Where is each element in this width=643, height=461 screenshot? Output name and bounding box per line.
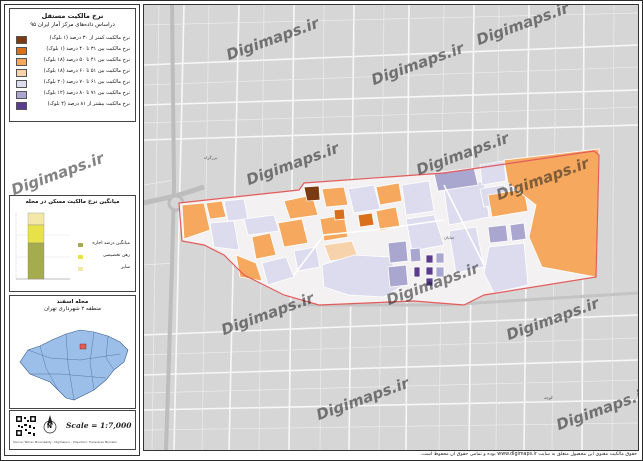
street-label: خیابان bbox=[444, 235, 455, 240]
small-credit: Source: Tehran Municipality - Digimaps.i… bbox=[13, 440, 118, 444]
block-71-80 bbox=[435, 252, 445, 264]
block-gt-81 bbox=[425, 277, 434, 287]
block-lt-30 bbox=[303, 185, 321, 202]
bar-segment-other bbox=[27, 212, 45, 226]
block-31-40 bbox=[357, 212, 375, 228]
block-71-80 bbox=[435, 266, 445, 278]
chart-legend-label: سایر bbox=[120, 265, 130, 270]
block-61-70 bbox=[401, 180, 435, 216]
legend-item: نرخ مالکیت بین ۳۱ تا ۴۰ درصد (۱ بلوک) bbox=[14, 46, 132, 55]
block-gt-81 bbox=[425, 266, 434, 276]
ownership-chart-box: میانگین نرخ مالکیت مسکن در محله میانگین … bbox=[9, 195, 136, 292]
block-71-80 bbox=[509, 222, 527, 242]
copyright-footer: حقوق مالکیت معنوی این محصول متعلق به سای… bbox=[420, 452, 637, 457]
chart-legend-label: میانگین درصد اجاره bbox=[92, 241, 130, 246]
legend-item: نرخ مالکیت بین ۴۱ تا ۵۰ درصد (۱۸ بلوک) bbox=[14, 57, 132, 66]
map-scale: Scale = 1:7,000 bbox=[66, 421, 132, 430]
legend-item: نرخ مالکیت بیشتر از ۸۱ درصد (۴ بلوک) bbox=[14, 101, 132, 110]
legend-swatch bbox=[16, 91, 27, 99]
legend-swatch bbox=[16, 80, 27, 88]
block-41-50 bbox=[375, 182, 403, 206]
block-31-40 bbox=[333, 208, 346, 221]
legend-item-label: نرخ مالکیت بین ۶۱ تا ۷۰ درصد (۲۰ بلوک) bbox=[43, 79, 130, 85]
tehran-locator-map bbox=[19, 329, 129, 401]
chart-legend-swatch bbox=[78, 267, 83, 271]
legend-item-label: نرخ مالکیت بین ۳۱ تا ۴۰ درصد (۱ بلوک) bbox=[46, 46, 130, 52]
neighborhood-marker bbox=[79, 343, 87, 350]
block-61-70 bbox=[243, 214, 280, 236]
legend-item: نرخ مالکیت کمتر از ۳۰ درصد (۱ بلوک) bbox=[14, 35, 132, 44]
legend-item-label: نرخ مالکیت بین ۴۱ تا ۵۰ درصد (۱۸ بلوک) bbox=[43, 57, 130, 63]
bar-segment-mortgage bbox=[27, 224, 45, 244]
block-61-70 bbox=[293, 246, 321, 272]
legend-swatch bbox=[16, 47, 27, 55]
block-gt-81 bbox=[425, 254, 434, 264]
legend-subtitle: دراساس داده‌های مرکز آمار ایران ۹۵ bbox=[30, 22, 115, 28]
legend-item-label: نرخ مالکیت بین ۵۱ تا ۶۰ درصد (۱۸ بلوک) bbox=[43, 68, 130, 74]
legend-item: نرخ مالکیت بین ۷۱ تا ۸۰ درصد (۱۲ بلوک) bbox=[14, 90, 132, 99]
stacked-bar-chart bbox=[15, 212, 83, 280]
block-71-80 bbox=[487, 224, 509, 244]
region-name: منطقه ۲ شهرداری تهران bbox=[44, 306, 101, 312]
street-label: کوچه bbox=[544, 395, 553, 400]
legend-box: نرخ مالکیت مستقل دراساس داده‌های مرکز آم… bbox=[9, 8, 136, 122]
block-61-70 bbox=[209, 220, 240, 251]
watermark: Digimaps.ir bbox=[8, 148, 107, 200]
info-box: N Scale = 1:7,000 Source: Tehran Municip… bbox=[9, 410, 136, 450]
block-61-70 bbox=[347, 184, 381, 214]
locator-box: محله اسفند منطقه ۲ شهرداری تهران bbox=[9, 295, 136, 409]
block-gt-81 bbox=[413, 266, 421, 278]
block-71-80 bbox=[387, 264, 409, 288]
bar-segment-rent bbox=[27, 242, 45, 280]
block-41-50 bbox=[321, 186, 349, 208]
legend-item-label: نرخ مالکیت بین ۷۱ تا ۸۰ درصد (۱۲ بلوک) bbox=[43, 90, 130, 96]
chart-legend-swatch bbox=[78, 243, 83, 247]
legend-item: نرخ مالکیت بین ۶۱ تا ۷۰ درصد (۲۰ بلوک) bbox=[14, 79, 132, 88]
legend-item-label: نرخ مالکیت کمتر از ۳۰ درصد (۱ بلوک) bbox=[49, 35, 130, 41]
tehran-outline bbox=[19, 329, 129, 401]
north-label: N bbox=[47, 423, 53, 430]
legend-item-label: نرخ مالکیت بیشتر از ۸۱ درصد (۴ بلوک) bbox=[47, 101, 130, 107]
block-71-80 bbox=[387, 240, 409, 264]
qr-code-icon bbox=[15, 415, 37, 437]
street-label: بزرگراه bbox=[204, 155, 218, 160]
legend-swatch bbox=[16, 69, 27, 77]
map-canvas bbox=[144, 5, 638, 450]
block-61-70 bbox=[223, 198, 249, 222]
legend-item: نرخ مالکیت بین ۵۱ تا ۶۰ درصد (۱۸ بلوک) bbox=[14, 68, 132, 77]
chart-title: میانگین نرخ مالکیت مسکن در محله bbox=[25, 199, 120, 205]
chart-legend-swatch bbox=[78, 255, 83, 259]
chart-legend-label: رهن تخصیصی bbox=[102, 253, 130, 258]
map-area: خیابان بزرگراه کوچه Digimaps.ir Digimaps… bbox=[143, 4, 639, 451]
block-61-70 bbox=[483, 242, 529, 294]
legend-swatch bbox=[16, 102, 27, 110]
block-41-50 bbox=[205, 200, 227, 220]
legend-title: نرخ مالکیت مستقل bbox=[41, 12, 104, 20]
legend-swatch bbox=[16, 36, 27, 44]
block-71-80 bbox=[409, 247, 422, 263]
legend-swatch bbox=[16, 58, 27, 66]
neighborhood-name: محله اسفند bbox=[56, 299, 89, 305]
sidebar-panel: نرخ مالکیت مستقل دراساس داده‌های مرکز آم… bbox=[4, 4, 140, 456]
